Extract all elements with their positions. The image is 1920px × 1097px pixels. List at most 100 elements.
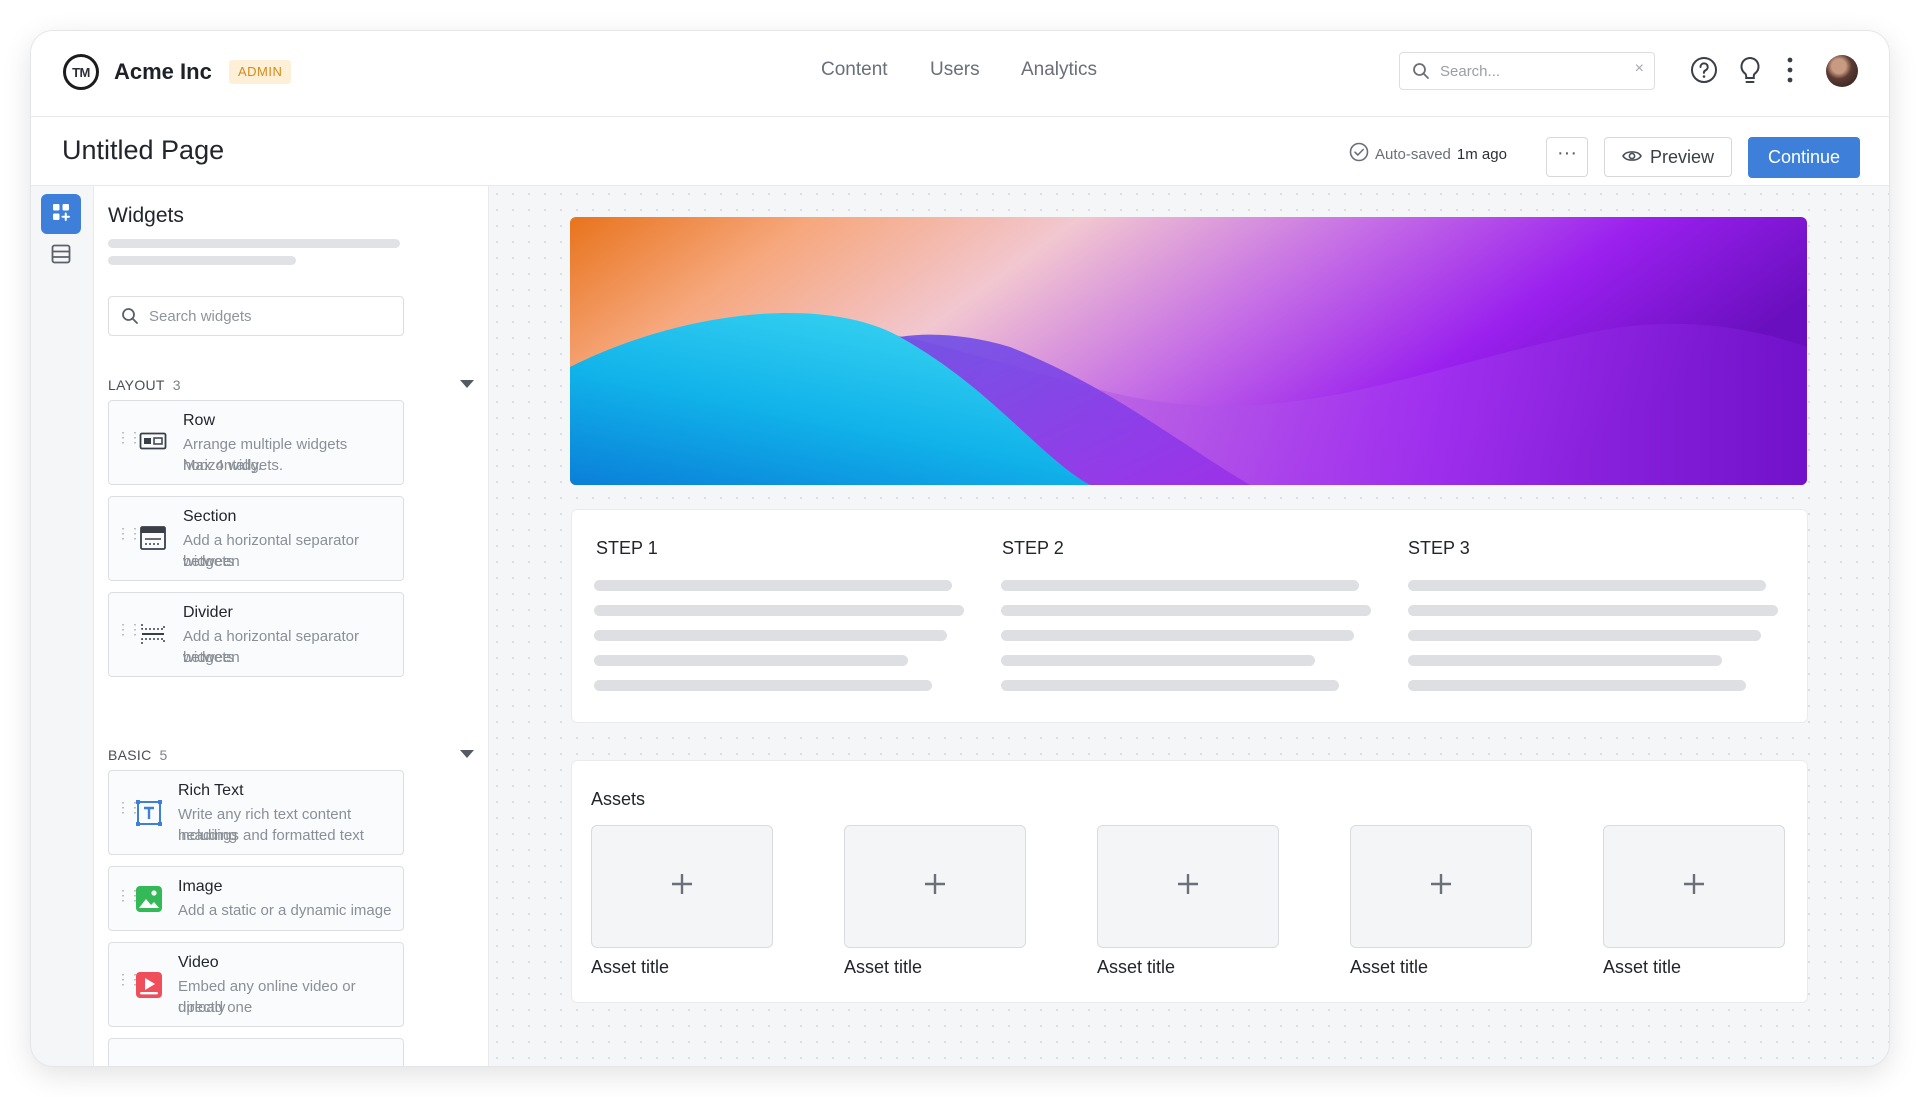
image-icon xyxy=(135,885,163,918)
widget-description: Add a static or a dynamic image xyxy=(178,902,392,919)
text-placeholder-line xyxy=(594,580,952,591)
asset-title[interactable]: Asset title xyxy=(591,957,669,978)
widget-card-row[interactable]: ⋮⋮ Row Arrange multiple widgets horizont… xyxy=(108,400,404,485)
add-asset-button[interactable] xyxy=(1097,825,1279,948)
check-circle-icon xyxy=(1349,142,1369,166)
add-asset-button[interactable] xyxy=(1350,825,1532,948)
layers-tab-button[interactable] xyxy=(41,236,81,276)
asset-title[interactable]: Asset title xyxy=(1350,957,1428,978)
widget-title: Rich Text xyxy=(178,782,244,799)
nav-users[interactable]: Users xyxy=(930,59,980,81)
widget-title: Video xyxy=(178,954,219,971)
text-placeholder-line xyxy=(1001,580,1359,591)
widget-title: Image xyxy=(178,878,223,895)
section-name: BASIC xyxy=(108,747,152,763)
continue-button[interactable]: Continue xyxy=(1748,137,1860,178)
widgets-grid-icon xyxy=(51,202,71,227)
add-asset-button[interactable] xyxy=(591,825,773,948)
search-input[interactable]: Search... xyxy=(1440,63,1500,80)
step-1-label: STEP 1 xyxy=(596,538,658,558)
help-icon[interactable] xyxy=(1689,55,1719,90)
add-asset-button[interactable] xyxy=(1603,825,1785,948)
page-title[interactable]: Untitled Page xyxy=(62,135,224,166)
plus-icon xyxy=(670,872,694,901)
assets-block: Assets Asset title Asset title Asset tit… xyxy=(571,760,1808,1003)
row-icon xyxy=(139,431,167,456)
widget-description: Max 4 widgets. xyxy=(183,457,284,474)
plus-icon xyxy=(1176,872,1200,901)
search-icon xyxy=(121,307,139,330)
step-2-label: STEP 2 xyxy=(1002,538,1064,558)
layout-section-header[interactable]: LAYOUT 3 xyxy=(108,377,181,393)
drag-handle-icon[interactable]: ⋮⋮ xyxy=(116,429,142,446)
divider-icon xyxy=(139,621,167,652)
text-placeholder-line xyxy=(1408,580,1766,591)
steps-block[interactable]: STEP 1 STEP 2 STEP 3 xyxy=(571,509,1808,723)
widgets-panel-title: Widgets xyxy=(108,204,184,227)
widgets-panel: Widgets Search widgets LAYOUT 3 ⋮⋮ Row Ar… xyxy=(94,186,489,1066)
basic-section-header[interactable]: BASIC 5 xyxy=(108,747,168,763)
lightbulb-icon[interactable] xyxy=(1736,55,1764,90)
rich-text-icon xyxy=(135,799,163,832)
drag-handle-icon[interactable]: ⋮⋮ xyxy=(116,525,142,542)
hero-banner-image[interactable] xyxy=(570,217,1807,485)
text-placeholder-line xyxy=(594,605,964,616)
section-icon xyxy=(139,525,167,556)
text-placeholder-line xyxy=(1408,605,1778,616)
search-icon xyxy=(1412,62,1430,85)
nav-analytics[interactable]: Analytics xyxy=(1021,59,1097,81)
widget-card-rich-text[interactable]: ⋮⋮ Rich Text Write any rich text content… xyxy=(108,770,404,855)
widget-card-image[interactable]: ⋮⋮ Image Add a static or a dynamic image xyxy=(108,866,404,931)
text-placeholder-line xyxy=(1001,630,1354,641)
drag-handle-icon[interactable]: ⋮⋮ xyxy=(116,621,142,638)
widget-description: headings and formatted text xyxy=(178,827,364,844)
widget-search-input[interactable]: Search widgets xyxy=(149,308,252,325)
text-placeholder-line xyxy=(594,655,908,666)
step-3-label: STEP 3 xyxy=(1408,538,1470,558)
asset-title[interactable]: Asset title xyxy=(1097,957,1175,978)
section-count: 3 xyxy=(172,377,181,393)
widget-description: widgets xyxy=(183,553,234,570)
user-avatar[interactable] xyxy=(1826,55,1858,87)
more-options-button[interactable]: ··· xyxy=(1546,137,1588,177)
app-window: TM Acme Inc ADMIN Content Users Analytic… xyxy=(31,31,1889,1066)
plus-icon xyxy=(923,872,947,901)
widget-card-section[interactable]: ⋮⋮ Section Add a horizontal separator be… xyxy=(108,496,404,581)
kebab-menu-icon[interactable] xyxy=(1785,55,1795,90)
widget-card-divider[interactable]: ⋮⋮ Divider Add a horizontal separator be… xyxy=(108,592,404,677)
widgets-tab-button[interactable] xyxy=(41,194,81,234)
eye-icon xyxy=(1622,147,1642,168)
add-asset-button[interactable] xyxy=(844,825,1026,948)
brand-name[interactable]: Acme Inc xyxy=(114,59,212,85)
loading-placeholder-line xyxy=(108,256,296,265)
asset-title[interactable]: Asset title xyxy=(844,957,922,978)
widget-card-video[interactable]: ⋮⋮ Video Embed any online video or uploa… xyxy=(108,942,404,1027)
global-search[interactable]: Search... × xyxy=(1399,52,1655,90)
widget-description: widgets xyxy=(183,649,234,666)
widget-card-partial[interactable] xyxy=(108,1038,404,1066)
top-navbar: TM Acme Inc ADMIN Content Users Analytic… xyxy=(31,31,1889,117)
section-count: 5 xyxy=(159,747,168,763)
clear-search-icon[interactable]: × xyxy=(1635,60,1644,78)
video-icon xyxy=(135,971,163,1004)
text-placeholder-line xyxy=(1408,630,1761,641)
nav-content[interactable]: Content xyxy=(821,59,888,81)
text-placeholder-line xyxy=(1001,605,1371,616)
left-rail xyxy=(31,186,94,1066)
asset-title[interactable]: Asset title xyxy=(1603,957,1681,978)
plus-icon xyxy=(1682,872,1706,901)
chevron-down-icon[interactable] xyxy=(460,380,474,388)
text-placeholder-line xyxy=(1408,655,1722,666)
widget-title: Divider xyxy=(183,604,233,621)
admin-badge: ADMIN xyxy=(229,60,292,84)
widget-description: directly xyxy=(178,999,226,1016)
brand-logo[interactable]: TM xyxy=(63,54,99,90)
preview-button[interactable]: Preview xyxy=(1604,137,1732,177)
chevron-down-icon[interactable] xyxy=(460,750,474,758)
text-placeholder-line xyxy=(1408,680,1746,691)
text-placeholder-line xyxy=(1001,655,1315,666)
text-placeholder-line xyxy=(1001,680,1339,691)
widget-search-field[interactable]: Search widgets xyxy=(108,296,404,336)
autosave-time: 1m ago xyxy=(1456,145,1507,163)
layers-icon xyxy=(50,243,72,270)
